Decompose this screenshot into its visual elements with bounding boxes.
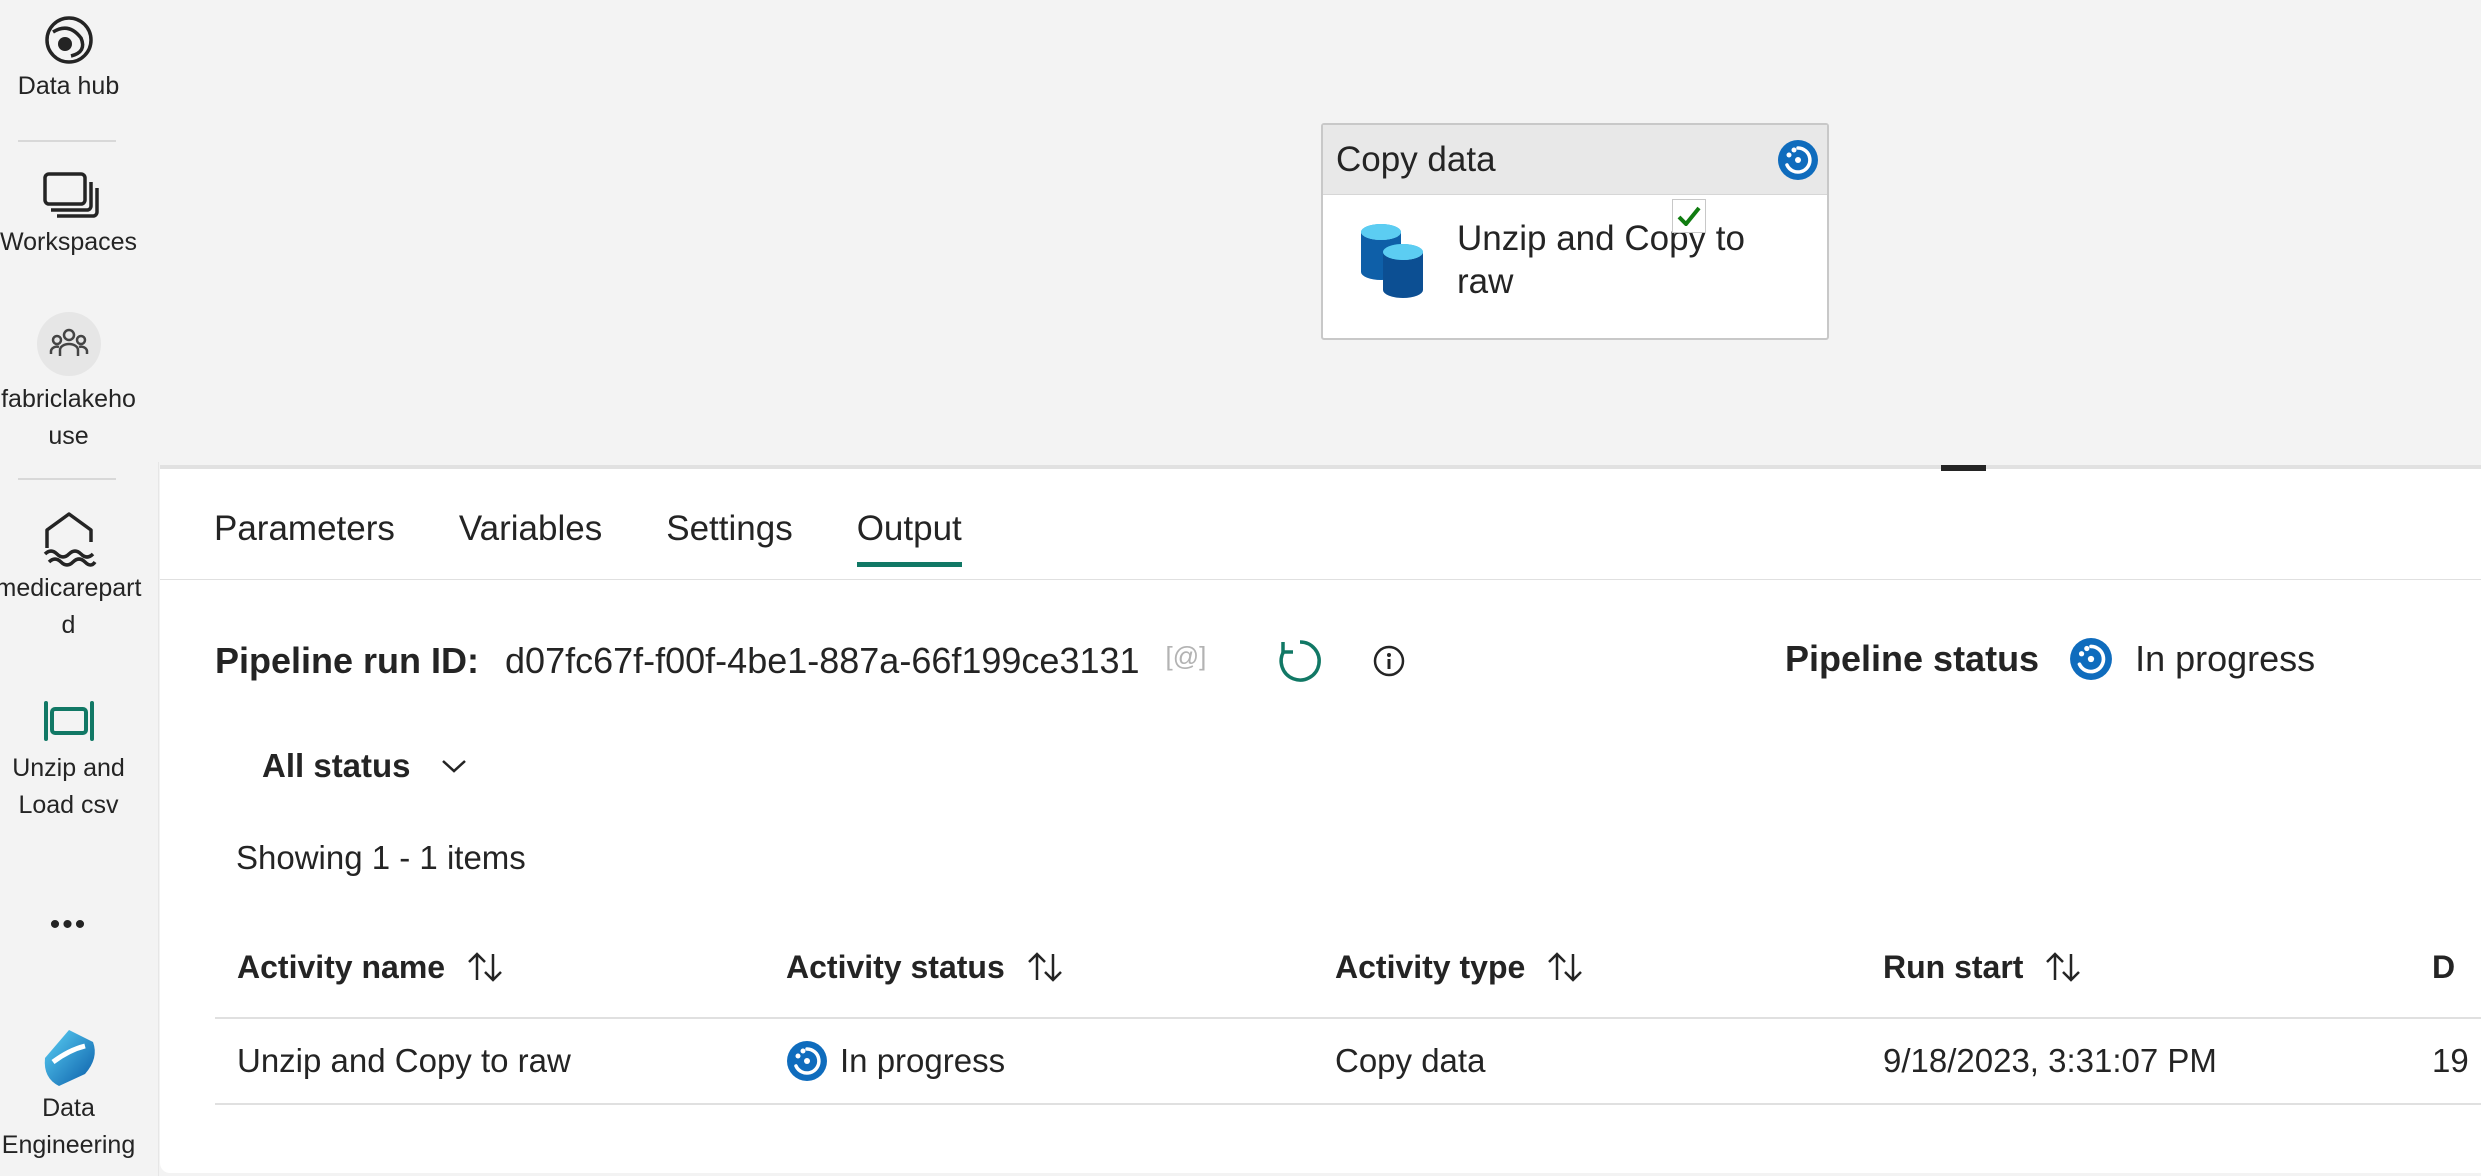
column-header-duration[interactable]: D — [2432, 949, 2455, 986]
column-header-activity-status[interactable]: Activity status — [786, 949, 1065, 986]
copy-id-button[interactable]: [@] — [1166, 641, 1207, 672]
column-header-label: Run start — [1883, 948, 2024, 985]
activity-type-label: Copy data — [1336, 139, 1496, 179]
pipeline-canvas[interactable]: Copy data Unzip and Copy to raw — [158, 0, 2481, 462]
rail-item-label: Data Engineering — [1, 1094, 136, 1159]
rail-item-label: fabriclakehouse — [1, 385, 136, 450]
activity-runs-table: Activity name Activity status Activity t… — [215, 917, 2481, 1105]
rail-divider — [18, 140, 116, 142]
column-header-run-start[interactable]: Run start — [1883, 949, 2083, 986]
status-filter-label: All status — [262, 747, 411, 784]
status-filter-dropdown[interactable]: All status — [262, 747, 467, 785]
in-progress-icon — [1777, 139, 1819, 190]
rail-item-workspaces[interactable]: Workspaces — [0, 168, 137, 261]
data-hub-icon — [44, 16, 93, 64]
cell-activity-status: In progress — [786, 1019, 1005, 1103]
items-count-text: Showing 1 - 1 items — [236, 839, 526, 876]
rail-item-label: medicarepartd — [0, 574, 142, 639]
data-engineering-icon — [44, 1030, 95, 1086]
column-header-label: Activity name — [237, 948, 446, 985]
sort-icon — [1548, 952, 1583, 982]
tab-settings[interactable]: Settings — [666, 509, 792, 567]
column-header-label: D — [2432, 948, 2456, 985]
table-row[interactable]: Unzip and Copy to raw In progress Copy d… — [215, 1019, 2481, 1105]
panel-tabs: Parameters Variables Settings Output — [214, 509, 1026, 567]
tabs-divider — [160, 579, 2481, 580]
pipeline-run-row: Pipeline run ID: d07fc67f-f00f-4be1-887a… — [215, 637, 1406, 685]
cell-activity-type: Copy data — [1335, 1042, 1486, 1079]
cell-duration: 19 — [2432, 1042, 2469, 1079]
activity-node-header: Copy data — [1323, 125, 1827, 195]
tab-variables[interactable]: Variables — [459, 509, 602, 567]
in-progress-icon — [786, 1040, 828, 1082]
pipeline-icon — [43, 701, 94, 741]
table-header-row: Activity name Activity status Activity t… — [215, 917, 2481, 1019]
refresh-button[interactable] — [1276, 637, 1324, 685]
workspaces-icon — [42, 172, 99, 218]
cell-run-start: 9/18/2023, 3:31:07 PM — [1883, 1042, 2217, 1079]
pipeline-run-id-value: d07fc67f-f00f-4be1-887a-66f199ce3131 — [505, 640, 1140, 681]
column-header-activity-type[interactable]: Activity type — [1335, 949, 1585, 986]
rail-item-label: Workspaces — [0, 228, 138, 256]
chevron-down-icon — [441, 760, 466, 773]
column-header-activity-name[interactable]: Activity name — [237, 949, 505, 986]
rail-item-fabriclakehouse[interactable]: fabriclakehouse — [0, 312, 137, 455]
success-connector-handle[interactable] — [1672, 199, 1706, 233]
sort-icon — [468, 952, 502, 982]
in-progress-icon — [2069, 637, 2113, 681]
rail-divider — [18, 478, 116, 480]
checkmark-icon — [1677, 206, 1701, 226]
pipeline-status-row: Pipeline status In progress — [1785, 637, 2315, 681]
more-button[interactable]: ••• — [0, 906, 137, 943]
rail-item-data-hub[interactable]: Data hub — [0, 12, 137, 105]
panel-resize-handle[interactable] — [1941, 465, 1986, 471]
sort-icon — [1027, 952, 1062, 982]
lakehouse-icon — [43, 512, 96, 567]
pipeline-status-value: In progress — [2135, 638, 2316, 679]
rail-item-pipeline[interactable]: Unzip and Load csv — [0, 698, 137, 824]
info-icon — [1374, 645, 1405, 677]
activity-node[interactable]: Copy data Unzip and Copy to raw — [1321, 123, 1829, 340]
column-header-label: Activity type — [1335, 948, 1526, 985]
rail-item-medicarepartd[interactable]: medicarepartd — [0, 508, 141, 644]
people-icon — [36, 312, 101, 376]
info-button[interactable] — [1372, 644, 1406, 678]
left-rail: Data hub Workspaces fabriclakehouse medi… — [0, 0, 159, 1176]
activity-name-label: Unzip and Copy to raw — [1457, 219, 1745, 301]
tab-parameters[interactable]: Parameters — [214, 509, 395, 567]
pipeline-run-id-label: Pipeline run ID: — [215, 640, 480, 681]
database-icon — [1361, 224, 1423, 298]
refresh-icon — [1279, 640, 1322, 682]
rail-item-label: Data hub — [17, 72, 120, 100]
activity-status-text: In progress — [840, 1042, 1006, 1079]
more-icon: ••• — [49, 908, 88, 941]
properties-panel: Parameters Variables Settings Output Pip… — [160, 465, 2481, 1173]
sort-icon — [2046, 952, 2081, 982]
tab-output[interactable]: Output — [856, 509, 962, 567]
column-header-label: Activity status — [786, 948, 1005, 985]
pipeline-status-label: Pipeline status — [1785, 638, 2040, 679]
rail-item-data-engineering[interactable]: Data Engineering — [0, 1028, 137, 1164]
cell-activity-name: Unzip and Copy to raw — [237, 1042, 571, 1079]
rail-item-label: Unzip and Load csv — [12, 754, 125, 819]
